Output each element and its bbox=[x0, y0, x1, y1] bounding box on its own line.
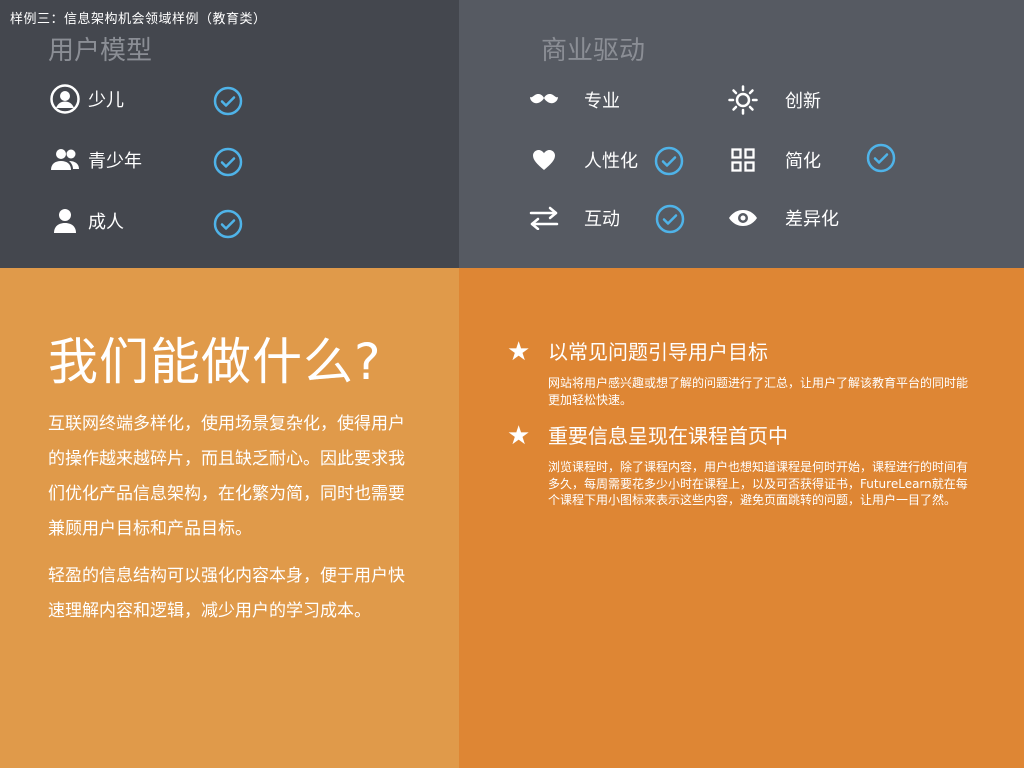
user-model-item: 成人 bbox=[50, 206, 124, 236]
feature-title: 重要信息呈现在课程首页中 bbox=[548, 424, 788, 448]
grid-icon bbox=[728, 145, 758, 175]
user-model-title: 用户模型 bbox=[48, 36, 153, 66]
feature-item: ★ 重要信息呈现在课程首页中 浏览课程时，除了课程内容，用户也想知道课程是何时开… bbox=[507, 421, 977, 531]
user-circle-icon bbox=[50, 84, 80, 114]
what-we-do-paragraph: 互联网终端多样化，使用场景复杂化，使得用户的操作越来越碎片，而且缺乏耐心。因此要… bbox=[48, 414, 405, 539]
checkmark-icon bbox=[866, 143, 896, 173]
user-model-label: 成人 bbox=[88, 212, 124, 233]
user-icon bbox=[50, 206, 80, 236]
business-item: 人性化 bbox=[529, 145, 638, 175]
feature-item: ★ 以常见问题引导用户目标 网站将用户感兴趣或想了解的问题进行了汇总，让用户了解… bbox=[507, 337, 977, 412]
business-label: 简化 bbox=[785, 151, 821, 172]
feature-title: 以常见问题引导用户目标 bbox=[548, 340, 768, 364]
user-model-item: 青少年 bbox=[50, 145, 142, 175]
heart-icon bbox=[529, 145, 559, 175]
business-item: 简化 bbox=[728, 145, 821, 175]
user-model-label: 青少年 bbox=[88, 151, 142, 172]
feature-description: 浏览课程时，除了课程内容，用户也想知道课程是何时开始，课程进行的时间有多久，每周… bbox=[548, 460, 969, 507]
star-icon: ★ bbox=[507, 421, 531, 451]
star-icon: ★ bbox=[507, 337, 531, 367]
checkmark-icon bbox=[654, 146, 684, 176]
feature-description: 网站将用户感兴趣或想了解的问题进行了汇总，让用户了解该教育平台的同时能更加轻松快… bbox=[548, 376, 969, 407]
checkmark-icon bbox=[213, 147, 243, 177]
business-item: 差异化 bbox=[728, 203, 839, 233]
business-label: 专业 bbox=[584, 91, 620, 112]
what-we-do-title: 我们能做什么? bbox=[48, 333, 382, 391]
mustache-icon bbox=[529, 85, 559, 115]
what-we-do-paragraph: 轻盈的信息结构可以强化内容本身，便于用户快速理解内容和逻辑，减少用户的学习成本。 bbox=[48, 566, 405, 621]
users-icon bbox=[50, 145, 80, 175]
page-caption: 样例三：信息架构机会领域样例（教育类） bbox=[10, 12, 267, 27]
business-item: 专业 bbox=[529, 85, 620, 115]
eye-icon bbox=[728, 203, 758, 233]
business-item: 创新 bbox=[728, 85, 821, 115]
sun-icon bbox=[728, 85, 758, 115]
checkmark-icon bbox=[655, 204, 685, 234]
business-driver-title: 商业驱动 bbox=[541, 36, 646, 66]
exchange-icon bbox=[529, 203, 559, 233]
business-label: 互动 bbox=[584, 209, 620, 230]
user-model-label: 少儿 bbox=[88, 90, 124, 111]
checkmark-icon bbox=[213, 209, 243, 239]
business-label: 人性化 bbox=[584, 151, 638, 172]
checkmark-icon bbox=[213, 86, 243, 116]
business-label: 创新 bbox=[785, 91, 821, 112]
user-model-item: 少儿 bbox=[50, 84, 124, 114]
business-label: 差异化 bbox=[785, 209, 839, 230]
business-item: 互动 bbox=[529, 203, 620, 233]
